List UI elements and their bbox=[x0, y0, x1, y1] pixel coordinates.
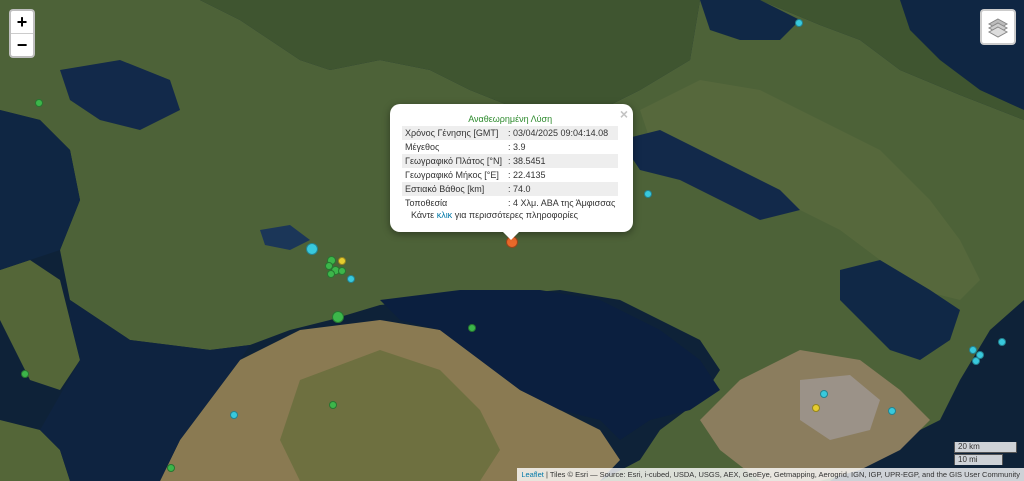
row-value: : 74.0 bbox=[505, 182, 619, 196]
quake-marker[interactable] bbox=[338, 267, 346, 275]
quake-marker[interactable] bbox=[820, 390, 828, 398]
quake-marker[interactable] bbox=[21, 370, 29, 378]
quake-marker[interactable] bbox=[972, 357, 980, 365]
quake-marker[interactable] bbox=[332, 311, 344, 323]
quake-marker[interactable] bbox=[230, 411, 238, 419]
zoom-control: + − bbox=[9, 9, 35, 58]
zoom-out-button[interactable]: − bbox=[11, 33, 33, 56]
row-label: Τοποθεσία bbox=[405, 198, 448, 208]
popup-tip bbox=[502, 231, 520, 240]
satellite-map[interactable] bbox=[0, 0, 1024, 481]
row-label: Γεωγραφικό Πλάτος [°N] bbox=[402, 154, 505, 168]
popup-close-button[interactable]: × bbox=[620, 106, 628, 122]
scale-bar: 20 km 10 mi bbox=[954, 442, 1017, 465]
quake-marker[interactable] bbox=[998, 338, 1006, 346]
layers-button[interactable] bbox=[980, 9, 1016, 45]
row-label: Εστιακό Βάθος [km] bbox=[402, 182, 505, 196]
row-value: : 4 Χλμ. ΑΒΑ της Άμφισσας bbox=[508, 198, 616, 208]
quake-marker[interactable] bbox=[167, 464, 175, 472]
scale-mi: 10 mi bbox=[954, 454, 1003, 465]
popup-info-table: Αναθεωρημένη Λύση Χρόνος Γένησης [GMT]: … bbox=[402, 112, 619, 210]
row-label: Μέγεθος bbox=[405, 142, 440, 152]
more-info-text: Κάντε κλικ για περισσότερες πληροφορίες bbox=[411, 210, 578, 220]
quake-marker[interactable] bbox=[888, 407, 896, 415]
quake-marker[interactable] bbox=[812, 404, 820, 412]
row-label: Γεωγραφικό Μήκος [°E] bbox=[405, 170, 499, 180]
quake-marker[interactable] bbox=[327, 270, 335, 278]
attribution-text: | Tiles © Esri — Source: Esri, i-cubed, … bbox=[543, 470, 1020, 479]
zoom-in-button[interactable]: + bbox=[11, 11, 33, 33]
row-value: : 38.5451 bbox=[505, 154, 619, 168]
more-info-link[interactable]: κλικ bbox=[437, 210, 453, 220]
more-suffix: για περισσότερες πληροφορίες bbox=[454, 210, 578, 220]
popup-title: Αναθεωρημένη Λύση bbox=[402, 112, 619, 126]
row-label: Χρόνος Γένησης [GMT] bbox=[402, 126, 505, 140]
layers-icon bbox=[987, 18, 1009, 38]
earthquake-popup: × Αναθεωρημένη Λύση Χρόνος Γένησης [GMT]… bbox=[390, 104, 633, 240]
quake-marker[interactable] bbox=[347, 275, 355, 283]
quake-marker[interactable] bbox=[644, 190, 652, 198]
row-value: : 03/04/2025 09:04:14.08 bbox=[505, 126, 619, 140]
quake-marker[interactable] bbox=[35, 99, 43, 107]
map-attribution: Leaflet | Tiles © Esri — Source: Esri, i… bbox=[517, 468, 1024, 481]
quake-marker[interactable] bbox=[795, 19, 803, 27]
leaflet-link[interactable]: Leaflet bbox=[521, 470, 544, 479]
quake-marker[interactable] bbox=[338, 257, 346, 265]
row-value: : 3.9 bbox=[508, 142, 526, 152]
more-prefix: Κάντε bbox=[411, 210, 435, 220]
quake-marker[interactable] bbox=[468, 324, 476, 332]
row-value: : 22.4135 bbox=[508, 170, 546, 180]
scale-km: 20 km bbox=[954, 442, 1017, 453]
quake-marker[interactable] bbox=[329, 401, 337, 409]
quake-marker[interactable] bbox=[306, 243, 318, 255]
